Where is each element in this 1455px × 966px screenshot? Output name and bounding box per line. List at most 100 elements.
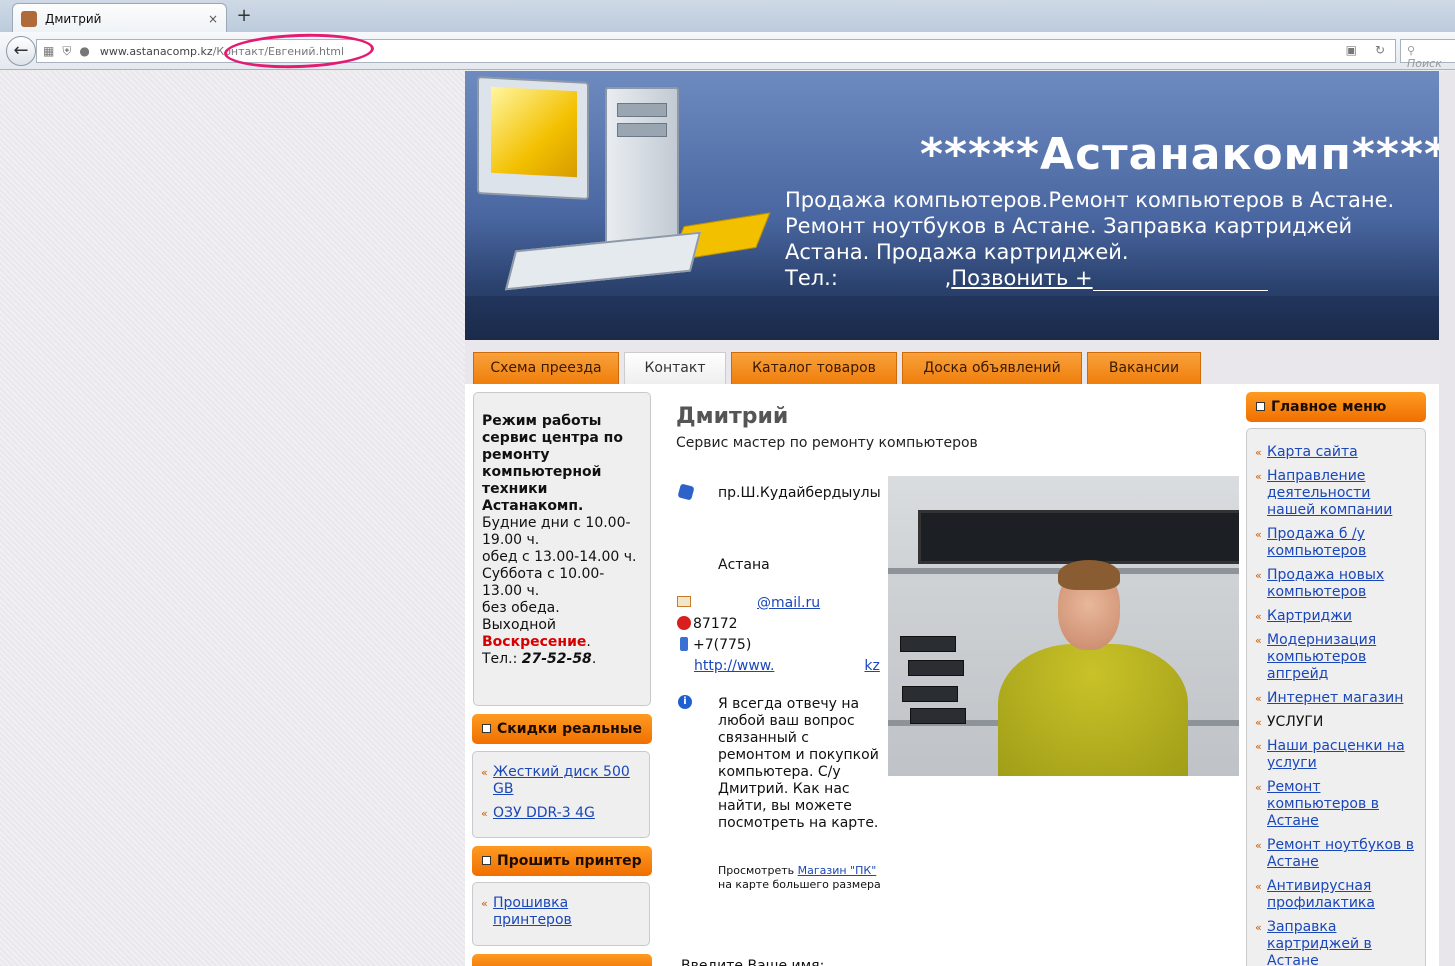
arrow-left-icon: ← (13, 40, 29, 61)
phone-icon (677, 616, 691, 630)
browser-nav-bar: ← ▦ ⛨ ● www.astanacomp.kz/Контакт/Евгени… (0, 32, 1455, 70)
new-tab-button[interactable]: + (234, 5, 254, 26)
working-hours-box: Режим работы сервис центра по ремонту ко… (473, 392, 651, 706)
website-link-prefix[interactable]: http://www. (694, 658, 774, 674)
reader-view-icon[interactable]: ▣ (1346, 43, 1357, 57)
drive-bay (617, 103, 667, 117)
search-input[interactable]: ⚲ Поиск (1400, 39, 1455, 70)
menu-link-prices[interactable]: Наши расценки на услуги (1267, 738, 1417, 772)
main-nav: Схема преезда Контакт Каталог товаров До… (465, 340, 1439, 384)
map-suffix: на карте большего размера (718, 878, 881, 891)
list-item: « Прошивка принтеров (481, 895, 641, 929)
banner-bottom-band (465, 296, 1439, 340)
main-content: Режим работы сервис центра по ремонту ко… (465, 384, 1439, 966)
menu-item: « Ремонт компьютеров в Астане (1255, 779, 1417, 830)
menu-link-upgrade[interactable]: Модернизация компьютеров апгрейд (1267, 632, 1417, 683)
contact-email[interactable]: @mail.ru (757, 595, 820, 612)
menu-item: « Продажа б /у компьютеров (1255, 526, 1417, 560)
site-title: *****Астанакомп***** (920, 129, 1439, 180)
menu-item: « Ремонт ноутбуков в Астане (1255, 837, 1417, 871)
menu-link-shop[interactable]: Интернет магазин (1267, 690, 1403, 707)
contact-website[interactable]: http://www. kz (694, 658, 886, 675)
menu-marker-icon (482, 855, 491, 865)
photo-pc-unit (902, 686, 958, 702)
printer-box: « Прошивка принтеров (472, 882, 650, 946)
printer-header: Прошить принтер (472, 846, 652, 876)
menu-item: « Заправка картриджей в Астане (1255, 919, 1417, 966)
discount-link-hdd[interactable]: Жесткий диск 500 GB (493, 764, 641, 798)
back-button[interactable]: ← (6, 36, 36, 66)
desc-line: Ремонт ноутбуков в Астане. Заправка карт… (785, 214, 1353, 238)
nav-tab-route[interactable]: Схема преезда (473, 352, 619, 384)
close-tab-icon[interactable]: × (208, 12, 218, 26)
discounts-header: Скидки реальные (472, 714, 652, 744)
discount-link-ram[interactable]: ОЗУ DDR-3 4G (493, 805, 595, 822)
tel-label: Тел.: (785, 266, 838, 290)
hours-lunch: обед с 13.00-14.00 ч. (482, 549, 637, 565)
contact-phone2: +7(775) (693, 637, 752, 653)
email-link[interactable]: @mail.ru (757, 595, 820, 611)
photo-monitors (918, 510, 1239, 564)
email-icon (677, 596, 691, 607)
menu-item: « Антивирусная профилактика (1255, 878, 1417, 912)
menu-link-sitemap[interactable]: Карта сайта (1267, 444, 1358, 461)
call-link[interactable]: Позвонить + (951, 266, 1092, 290)
dayoff-value: Воскресение (482, 634, 587, 650)
nav-tab-vacancies[interactable]: Вакансии (1087, 352, 1201, 384)
monitor-screen (491, 86, 577, 178)
nav-tab-catalog[interactable]: Каталог товаров (731, 352, 897, 384)
desc-line: Продажа компьютеров.Ремонт компьютеров в… (785, 188, 1395, 212)
page-background-right (1439, 71, 1455, 966)
contact-role: Сервис мастер по ремонту компьютеров (676, 435, 978, 451)
contact-street: пр.Ш.Кудайбердыулы (718, 485, 881, 501)
nav-tab-board[interactable]: Доска объявлений (902, 352, 1082, 384)
hours-title: Режим работы сервис центра по ремонту ко… (482, 413, 623, 514)
site-header-banner: *****Астанакомп***** Продажа компьютеров… (465, 71, 1439, 340)
bullet-icon: « (481, 897, 488, 910)
globe-icon: ● (79, 44, 90, 58)
discounts-box: « Жесткий диск 500 GB « ОЗУ DDR-3 4G (472, 751, 650, 838)
menu-item: « Наши расценки на услуги (1255, 738, 1417, 772)
bullet-icon: « (1255, 528, 1262, 541)
contact-name: Дмитрий (676, 404, 789, 429)
map-link[interactable]: Магазин "ПК" (798, 864, 877, 877)
menu-link-refill[interactable]: Заправка картриджей в Астане (1267, 919, 1417, 966)
menu-link-cartridges[interactable]: Картриджи (1267, 608, 1352, 625)
url-host: www.astanacomp.kz (99, 44, 213, 58)
photo-person-body (998, 644, 1188, 776)
photo-pc-unit (900, 636, 956, 652)
browser-tab[interactable]: Дмитрий × (12, 3, 227, 33)
name-form-label: Введите Ваше имя: (681, 958, 825, 966)
printer-title: Прошить принтер (497, 853, 642, 869)
menu-link-antivirus[interactable]: Антивирусная профилактика (1267, 878, 1417, 912)
bullet-icon: « (1255, 740, 1262, 753)
contact-about: Я всегда отвечу на любой ваш вопрос связ… (718, 696, 879, 831)
contact-photo (888, 476, 1239, 776)
photo-pc-unit (910, 708, 966, 724)
favicon-icon (21, 10, 37, 27)
menu-label-services: УСЛУГИ (1267, 714, 1324, 730)
browser-tab-bar: Дмитрий × + (0, 0, 1455, 33)
page-background (0, 71, 465, 966)
menu-item: « УСЛУГИ (1255, 714, 1417, 731)
nav-tab-contact[interactable]: Контакт (624, 352, 726, 384)
search-icon: ⚲ (1407, 44, 1416, 57)
tel-label: Тел.: (482, 651, 518, 667)
menu-link-laptop-repair[interactable]: Ремонт ноутбуков в Астане (1267, 837, 1417, 871)
tab-title: Дмитрий (45, 11, 102, 26)
bullet-icon: « (1255, 610, 1262, 623)
site-description: Продажа компьютеров.Ремонт компьютеров в… (785, 187, 1425, 291)
reload-icon[interactable]: ↻ (1375, 43, 1385, 57)
desc-line: Астана. Продажа картриджей. (785, 240, 1129, 264)
page-icon: ▦ (43, 44, 55, 58)
contact-phone1: 87172 (693, 616, 738, 632)
menu-link-pc-repair[interactable]: Ремонт компьютеров в Астане (1267, 779, 1417, 830)
menu-link-new-pcs[interactable]: Продажа новых компьютеров (1267, 567, 1417, 601)
menu-link-used-pcs[interactable]: Продажа б /у компьютеров (1267, 526, 1417, 560)
printer-firmware-link[interactable]: Прошивка принтеров (493, 895, 641, 929)
website-link-suffix[interactable]: kz (864, 658, 879, 674)
menu-link-directions[interactable]: Направление деятельности нашей компании (1267, 468, 1417, 519)
desc-tel: Тел.: ,Позвонить + (785, 265, 1425, 291)
bullet-icon: « (1255, 880, 1262, 893)
menu-item: « Модернизация компьютеров апгрейд (1255, 632, 1417, 683)
